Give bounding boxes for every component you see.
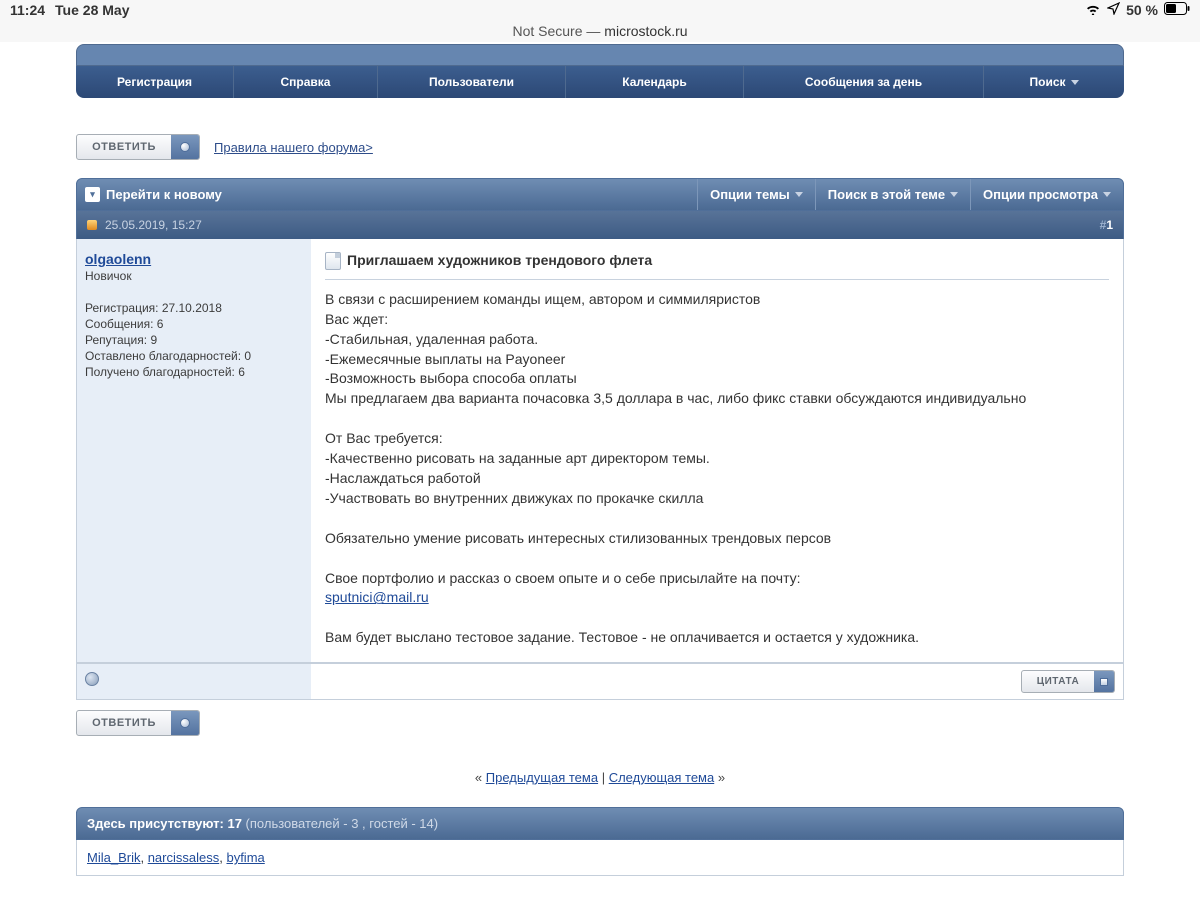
- chevron-down-icon: [950, 192, 958, 197]
- thread-navigation: « Предыдущая тема | Следующая тема »: [76, 770, 1124, 785]
- nav-search[interactable]: Поиск: [984, 66, 1124, 98]
- nav-registration[interactable]: Регистрация: [76, 66, 234, 98]
- post-header: 25.05.2019, 15:27 #1: [76, 211, 1124, 239]
- goto-new-button[interactable]: ▾ Перейти к новому: [77, 179, 697, 210]
- reply-button-bottom[interactable]: ОТВЕТИТЬ: [76, 710, 200, 736]
- quote-button-cap: [1094, 671, 1114, 692]
- status-date: Tue 28 May: [55, 2, 129, 18]
- wifi-icon: [1085, 2, 1101, 18]
- thread-options-menu[interactable]: Опции темы: [697, 179, 815, 210]
- chevron-down-icon: [1071, 80, 1079, 85]
- chevron-down-icon: [795, 192, 803, 197]
- post-title: Приглашаем художников трендового флета: [347, 251, 652, 271]
- document-icon: [325, 252, 341, 270]
- contact-email-link[interactable]: sputnici@mail.ru: [325, 589, 429, 605]
- quote-button[interactable]: ЦИТАТА: [1021, 670, 1115, 693]
- reply-button[interactable]: ОТВЕТИТЬ: [76, 134, 200, 160]
- ipad-status-bar: 11:24 Tue 28 May 50 %: [0, 0, 1200, 20]
- thread-toolbar: ▾ Перейти к новому Опции темы Поиск в эт…: [76, 178, 1124, 211]
- user-info-panel: olgaolenn Новичок Регистрация: 27.10.201…: [77, 239, 311, 662]
- location-icon: [1107, 2, 1120, 18]
- circle-icon: [180, 718, 190, 728]
- presence-user-link[interactable]: Mila_Brik: [87, 850, 140, 865]
- battery-pct: 50 %: [1126, 2, 1158, 18]
- message-column: Приглашаем художников трендового флета В…: [311, 239, 1123, 662]
- unread-indicator-icon: [87, 220, 97, 230]
- post-date: 25.05.2019, 15:27: [105, 218, 202, 232]
- nav-daily-posts[interactable]: Сообщения за день: [744, 66, 984, 98]
- chevron-down-icon: [1103, 192, 1111, 197]
- view-options-menu[interactable]: Опции просмотра: [970, 179, 1123, 210]
- user-reputation: Репутация: 9: [85, 333, 303, 347]
- user-thanks-given: Оставлено благодарностей: 0: [85, 349, 303, 363]
- presence-user-link[interactable]: narcissaless: [148, 850, 220, 865]
- battery-icon: [1164, 2, 1190, 18]
- url-domain: microstock.ru: [604, 23, 687, 39]
- nav-users[interactable]: Пользователи: [378, 66, 566, 98]
- security-label: Not Secure —: [512, 23, 604, 39]
- user-rank: Новичок: [85, 269, 303, 283]
- status-time: 11:24: [10, 2, 45, 18]
- presence-header: Здесь присутствуют: 17 (пользователей - …: [76, 807, 1124, 840]
- forum-header-stripe: [76, 44, 1124, 66]
- browser-url-bar[interactable]: Not Secure — microstock.ru: [0, 20, 1200, 42]
- presence-users: Mila_Brik, narcissaless, byfima: [76, 840, 1124, 876]
- user-offline-icon: [85, 672, 99, 686]
- user-registration: Регистрация: 27.10.2018: [85, 301, 303, 315]
- reply-button-cap: [171, 711, 199, 735]
- post-content: В связи с расширением команды ищем, авто…: [325, 290, 1109, 648]
- main-nav: Регистрация Справка Пользователи Календа…: [76, 66, 1124, 98]
- post-body: olgaolenn Новичок Регистрация: 27.10.201…: [76, 239, 1124, 663]
- goto-new-icon: ▾: [85, 187, 100, 202]
- post-permalink[interactable]: #1: [1100, 218, 1113, 232]
- presence-user-link[interactable]: byfima: [226, 850, 264, 865]
- nav-calendar[interactable]: Календарь: [566, 66, 744, 98]
- reply-button-cap: [171, 135, 199, 159]
- nav-help[interactable]: Справка: [234, 66, 378, 98]
- post-footer: ЦИТАТА: [76, 663, 1124, 700]
- next-thread-link[interactable]: Следующая тема: [609, 770, 715, 785]
- search-in-thread-menu[interactable]: Поиск в этой теме: [815, 179, 970, 210]
- user-thanks-received: Получено благодарностей: 6: [85, 365, 303, 379]
- quote-icon: [1100, 678, 1108, 686]
- forum-rules-link[interactable]: Правила нашего форума>: [214, 140, 373, 155]
- circle-icon: [180, 142, 190, 152]
- user-message-count: Сообщения: 6: [85, 317, 303, 331]
- prev-thread-link[interactable]: Предыдущая тема: [486, 770, 598, 785]
- username-link[interactable]: olgaolenn: [85, 251, 151, 267]
